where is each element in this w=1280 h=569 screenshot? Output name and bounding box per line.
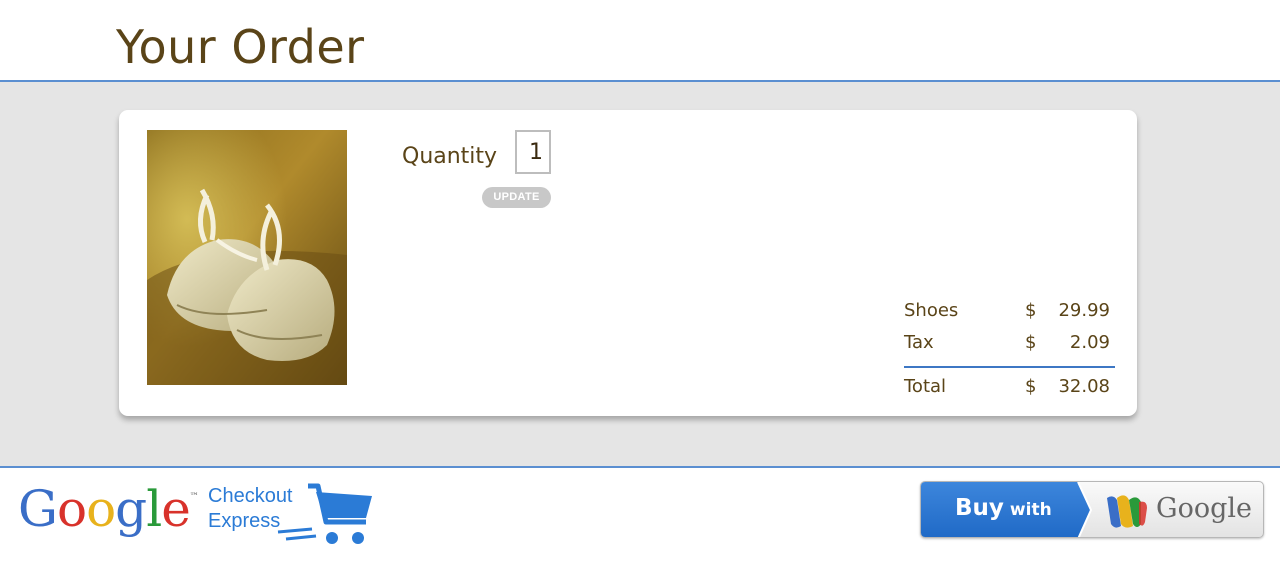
totals-row-total: Total $ 32.08 — [904, 374, 1115, 406]
buy-label: Buy — [955, 495, 1004, 521]
order-card: Quantity UPDATE Shoes $ 29.99 Tax $ 2.09… — [119, 110, 1137, 416]
google-logo: Google™ — [18, 480, 199, 538]
line-item-label: Tax — [904, 332, 934, 353]
page-title: Your Order — [116, 20, 365, 74]
buy-with-google-button[interactable]: Buy with Google — [920, 481, 1264, 538]
with-label: with — [1009, 500, 1052, 520]
google-wordmark: Google — [1156, 493, 1252, 524]
quantity-label: Quantity — [402, 144, 498, 169]
line-item-amount: 2.09 — [1069, 332, 1110, 353]
totals-divider — [904, 366, 1115, 368]
logo-letter: l — [146, 480, 162, 538]
product-image — [147, 130, 347, 385]
totals-row-shoes: Shoes $ 29.99 — [904, 298, 1115, 330]
total-label: Total — [904, 376, 947, 397]
buy-with-text: Buy with — [955, 495, 1052, 521]
currency-symbol: $ — [1025, 332, 1037, 353]
order-totals: Shoes $ 29.99 Tax $ 2.09 Total $ 32.08 — [904, 298, 1115, 406]
footer-divider — [0, 466, 1280, 468]
quantity-input[interactable] — [515, 130, 551, 174]
shopping-cart-icon — [277, 483, 372, 544]
currency-symbol: $ — [1025, 376, 1037, 397]
total-amount: 32.08 — [1058, 376, 1110, 397]
line-item-amount: 29.99 — [1058, 300, 1110, 321]
trademark-symbol: ™ — [189, 492, 199, 502]
page-header: Your Order — [0, 0, 1280, 82]
logo-letter: o — [86, 480, 116, 538]
update-button[interactable]: UPDATE — [482, 187, 551, 208]
logo-letter: o — [56, 480, 87, 538]
currency-symbol: $ — [1025, 300, 1037, 321]
logo-letter: e — [161, 480, 191, 538]
google-wallet-icon — [1107, 495, 1147, 528]
logo-letter: g — [115, 480, 147, 538]
totals-row-tax: Tax $ 2.09 — [904, 330, 1115, 362]
line-item-label: Shoes — [904, 300, 959, 321]
logo-letter: G — [18, 480, 58, 538]
